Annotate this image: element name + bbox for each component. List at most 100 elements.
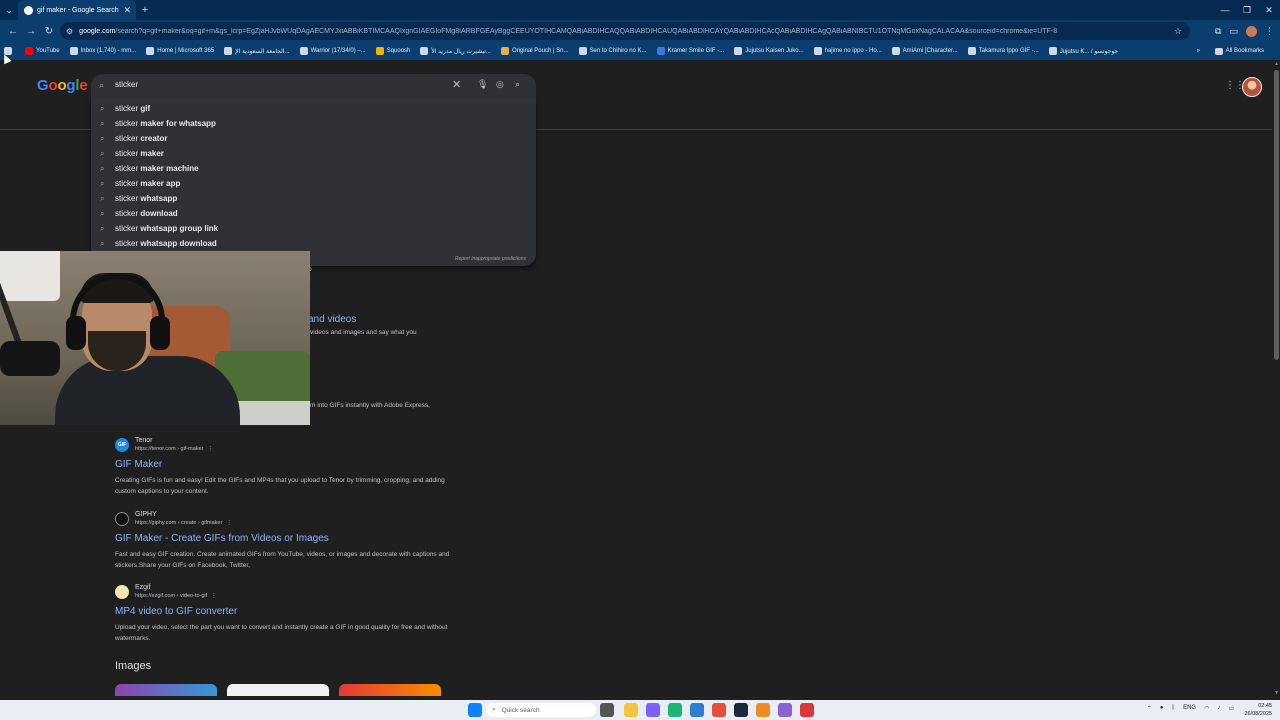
account-avatar[interactable] [1242, 77, 1262, 97]
more-options-icon[interactable]: ⋮ [226, 520, 232, 526]
giphy-icon [115, 512, 129, 526]
bookmark-item[interactable]: YouTube [25, 47, 60, 55]
wifi-icon[interactable]: ◠ [1204, 705, 1209, 712]
suggestion-item[interactable]: ⌕ sticker maker [91, 146, 536, 161]
bookmark-item[interactable]: Kramer Smile GIF -... [656, 47, 724, 55]
battery-icon[interactable]: ▭ [1228, 705, 1234, 712]
maximize-button[interactable]: ❐ [1236, 0, 1258, 20]
image-thumbnail[interactable] [115, 684, 217, 696]
bookmark-item[interactable]: تيشيرت ريال مدريد الأ... [420, 47, 491, 55]
result-title-link[interactable]: MP4 video to GIF converter [115, 606, 237, 617]
search-button-icon[interactable]: ⌕ [515, 79, 520, 90]
windows-start-icon[interactable] [468, 703, 482, 717]
window-close-button[interactable]: ✕ [1258, 0, 1280, 20]
bookmark-item[interactable]: Home | Microsoft 365 [146, 47, 214, 55]
store-icon[interactable] [690, 703, 704, 717]
menu-icon[interactable]: ⋮ [1265, 26, 1274, 37]
suggestions-dropdown: ⌕ sticker gif ⌕ sticker maker for whatsapp… [91, 98, 536, 266]
scroll-down-icon[interactable]: ▼ [1274, 690, 1279, 696]
scrollbar-thumb[interactable] [1274, 70, 1279, 360]
scroll-up-icon[interactable]: ▲ [1274, 61, 1279, 67]
bookmark-item[interactable]: Inbox (1,740) - mm... [69, 47, 136, 55]
squoosh-icon [375, 47, 384, 55]
image-thumbnail[interactable] [227, 684, 329, 696]
new-tab-button[interactable]: + [136, 4, 154, 16]
result-site: GIPHY [135, 511, 157, 518]
language-indicator[interactable]: ENG [1183, 705, 1196, 712]
bookmark-item[interactable]: Sen to Chihiro no K... [578, 47, 647, 55]
discord-icon[interactable] [778, 703, 792, 717]
site-info-icon[interactable]: ⚙ [66, 27, 73, 36]
task-view-icon[interactable] [600, 703, 614, 717]
search-box[interactable]: ⌕ sticker ✕ 🎙︎ ◎ ⌕ [91, 74, 536, 98]
report-predictions-link[interactable]: Report inappropriate predictions [455, 256, 526, 262]
back-icon[interactable]: ← [4, 26, 22, 37]
tab-search-icon[interactable]: ⌄ [0, 0, 18, 20]
extensions-icon[interactable]: ⧉ [1215, 26, 1221, 37]
microphone-icon[interactable]: 🎙︎ [477, 79, 488, 90]
edge-icon[interactable] [668, 703, 682, 717]
suggestion-item[interactable]: ⌕ sticker whatsapp download [91, 236, 536, 251]
tab-active[interactable]: gif maker - Google Search ✕ [18, 0, 136, 20]
suggestion-item[interactable]: ⌕ sticker maker for whatsapp [91, 116, 536, 131]
app-icon[interactable] [800, 703, 814, 717]
forward-icon[interactable]: → [22, 26, 40, 37]
image-thumbnail[interactable] [339, 684, 441, 696]
result-fragment: m into GIFs instantly with Adobe Express… [310, 402, 430, 409]
suggestion-item[interactable]: ⌕ sticker download [91, 206, 536, 221]
pouch-icon [500, 47, 509, 55]
result-url: https://tenor.com › gif-maker ⋮ [135, 446, 213, 452]
bookmark-item[interactable]: Original Pouch | Sn... [500, 47, 569, 55]
all-bookmarks-button[interactable]: All Bookmarks [1214, 47, 1264, 55]
minimize-button[interactable]: — [1214, 0, 1236, 20]
result-url: https://ezgif.com › video-to-gif ⋮ [135, 593, 217, 599]
bookmark-item[interactable]: الجامعة السعودية الإ... [224, 47, 290, 55]
suggestion-item[interactable]: ⌕ sticker whatsapp group link [91, 221, 536, 236]
suggestion-item[interactable]: ⌕ sticker maker app [91, 176, 536, 191]
suggestion-item[interactable]: ⌕ sticker gif [91, 101, 536, 116]
file-explorer-icon[interactable] [624, 703, 638, 717]
bookmark-star-icon[interactable]: ☆ [1174, 26, 1182, 37]
suggestion-item[interactable]: ⌕ sticker maker machine [91, 161, 536, 176]
folder-icon [1214, 47, 1223, 55]
bookmark-item[interactable]: AmiAmi [Character... [891, 47, 958, 55]
suggestion-item[interactable]: ⌕ sticker creator [91, 131, 536, 146]
taskbar-search[interactable]: ⌕ Quick search [486, 703, 596, 717]
address-bar[interactable]: ⚙ google.com /search?q=gif+maker&oq=gif+… [60, 22, 1190, 40]
chrome-icon[interactable] [712, 703, 726, 717]
google-logo[interactable]: Google [37, 77, 88, 94]
bookmarks-overflow-button[interactable]: » [1197, 48, 1200, 54]
headphone-left [66, 316, 86, 350]
tray-app-icon[interactable]: ● [1160, 705, 1164, 712]
bookmark-item[interactable]: Squoosh [375, 47, 410, 55]
profile-avatar[interactable] [1246, 25, 1257, 37]
bookmark-item[interactable]: hajime no ippo - Ho... [813, 47, 882, 55]
result-title-link[interactable]: GIF Maker - Create GIFs from Videos or I… [115, 533, 329, 544]
result-fragment-link[interactable]: and videos [308, 314, 356, 325]
bluetooth-icon[interactable]: ᛒ [1171, 705, 1175, 712]
search-icon: ⌕ [100, 193, 105, 203]
clear-icon[interactable]: ✕ [452, 78, 461, 91]
app-icon[interactable] [646, 703, 660, 717]
more-options-icon[interactable]: ⋮ [207, 446, 213, 452]
shop-icon [420, 47, 429, 55]
site-icon [1048, 47, 1057, 55]
result-title-link[interactable]: GIF Maker [115, 459, 162, 470]
more-options-icon[interactable]: ⋮ [211, 593, 217, 599]
search-input[interactable]: sticker [115, 80, 138, 89]
steam-icon[interactable] [734, 703, 748, 717]
clock[interactable]: 02:45 26/08/2025 [1244, 702, 1272, 718]
tab-close-icon[interactable]: ✕ [123, 5, 131, 16]
cast-icon[interactable]: ▭ [1229, 26, 1238, 37]
suggestion-item[interactable]: ⌕ sticker whatsapp [91, 191, 536, 206]
chevron-up-icon[interactable]: ⌃ [1147, 705, 1152, 712]
bookmark-item[interactable]: Jujutsu Kaisen Juko... [734, 47, 804, 55]
gif-icon [967, 47, 976, 55]
bookmark-item[interactable]: Jujutsu K... / جوجوتسو [1048, 47, 1118, 55]
reload-icon[interactable]: ↻ [40, 26, 58, 37]
bookmark-item[interactable]: Takamura Ippo GIF -... [967, 47, 1039, 55]
volume-icon[interactable]: ♪ [1217, 705, 1220, 712]
bookmark-item[interactable]: Warrior (17/34/0) –... [299, 47, 366, 55]
vlc-icon[interactable] [756, 703, 770, 717]
lens-icon[interactable]: ◎ [496, 79, 504, 90]
